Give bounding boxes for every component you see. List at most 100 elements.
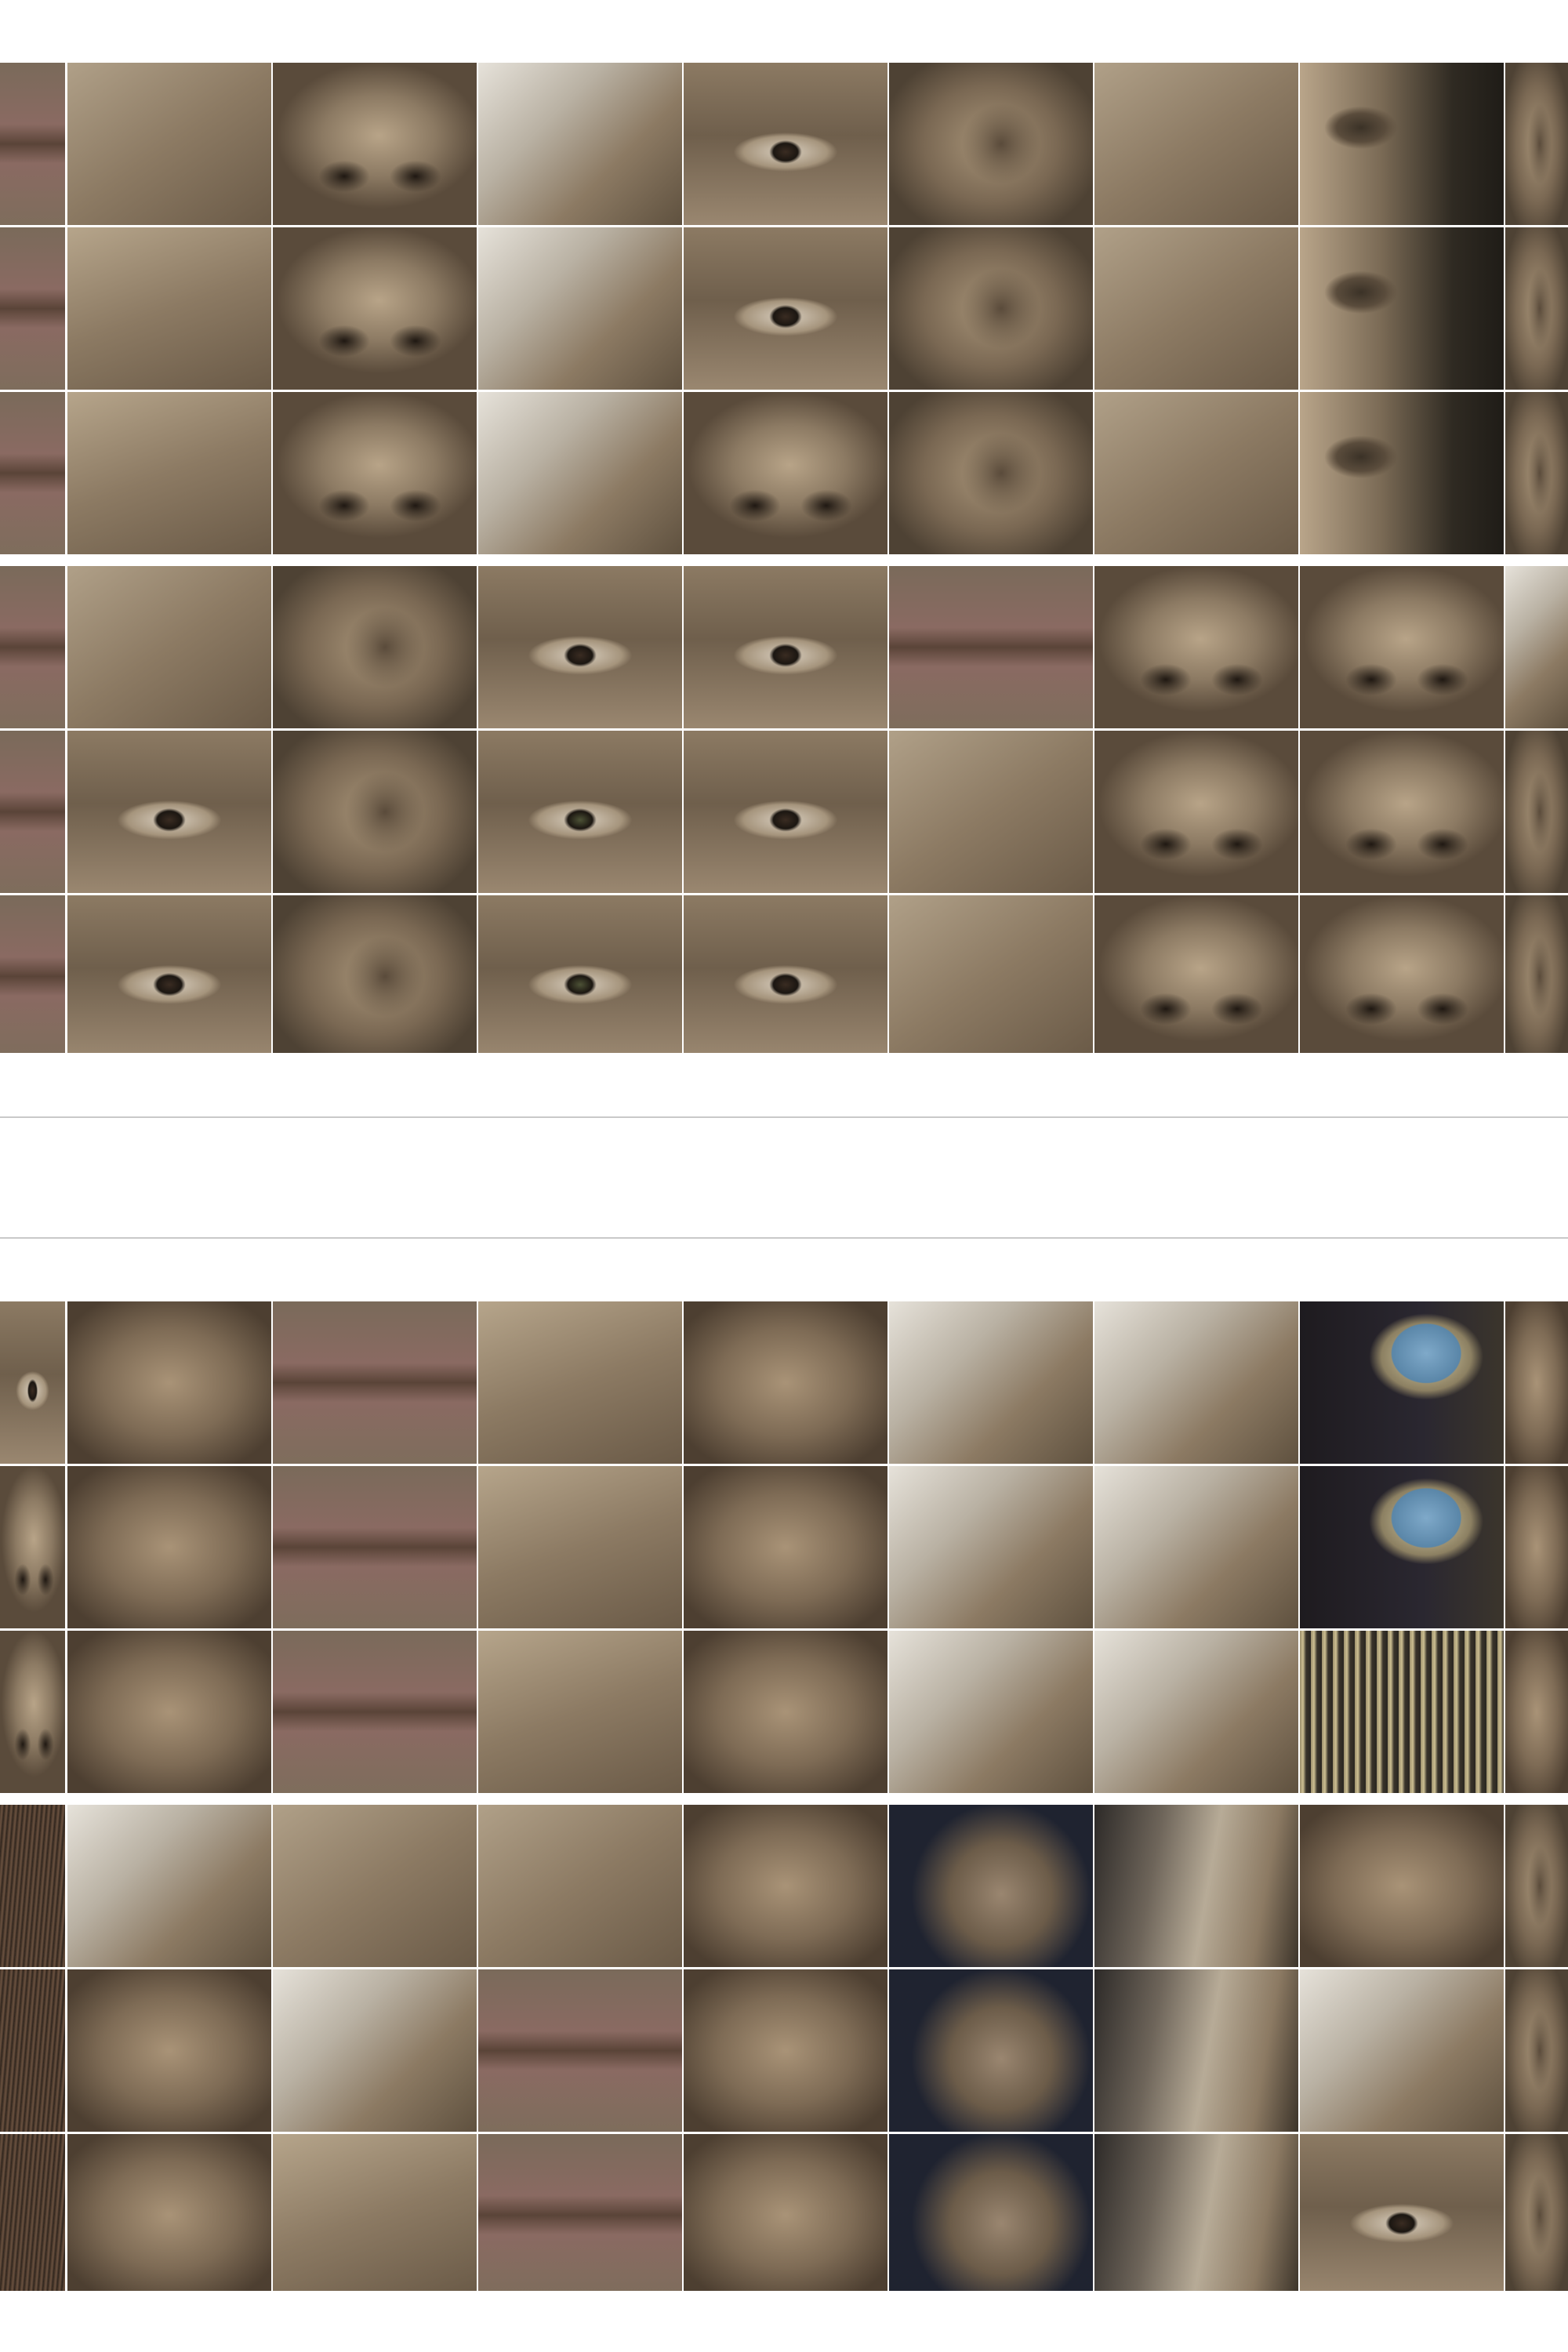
photo-image xyxy=(1505,227,1568,390)
photo-image xyxy=(67,1805,271,1967)
photo-tile-ear-close xyxy=(889,63,1093,225)
photo-image xyxy=(1505,1301,1568,1464)
photo-image xyxy=(1505,2134,1568,2291)
photo-tile-hair-profile xyxy=(1094,1805,1298,1967)
photo-image xyxy=(478,566,682,728)
photo-tile-nostrils xyxy=(1094,566,1298,728)
photo-image xyxy=(0,895,65,1053)
photo-tile-chin xyxy=(273,1805,477,1967)
photo-image xyxy=(67,227,271,390)
photo-tile-eye-green xyxy=(478,731,682,893)
photo-image xyxy=(889,2134,1093,2291)
divider-line xyxy=(0,1116,1568,1118)
photo-tile-face-white-hair xyxy=(1300,1969,1504,2132)
photo-image xyxy=(67,392,271,554)
photo-tile-ear-edge xyxy=(1505,1969,1568,2132)
photo-tile-eye-wrinkles xyxy=(684,63,887,225)
photo-image xyxy=(67,895,271,1053)
photo-image xyxy=(0,1301,65,1464)
photo-tile-lips xyxy=(0,895,65,1053)
photo-tile-hair-profile xyxy=(1094,1969,1298,2132)
photo-tile-hair-dark xyxy=(0,2134,65,2291)
photo-tile-face-front xyxy=(684,1631,887,1793)
photo-tile-ear-hair xyxy=(273,2134,477,2291)
photo-tile-ear-hair xyxy=(478,1631,682,1793)
photo-image xyxy=(684,731,887,893)
photo-tile-eye-green xyxy=(478,895,682,1053)
photo-tile-ear-hair-white xyxy=(889,1466,1093,1628)
photo-image xyxy=(67,1301,271,1464)
photo-image xyxy=(478,227,682,390)
photo-image xyxy=(1300,2134,1504,2291)
photo-image xyxy=(0,63,65,225)
photo-image xyxy=(684,1466,887,1628)
photo-image xyxy=(889,392,1093,554)
photo-tile-nose-tip xyxy=(1300,566,1504,728)
photo-tile-face-eye xyxy=(1300,2134,1504,2291)
photo-image xyxy=(1505,1969,1568,2132)
photo-tile-face-front xyxy=(684,1301,887,1464)
photo-image xyxy=(0,2134,65,2291)
photo-image xyxy=(1094,1631,1298,1793)
photo-tile-nose-mouth xyxy=(273,1631,477,1793)
photo-image xyxy=(0,1969,65,2132)
photo-tile-eye-nose xyxy=(684,392,887,554)
photo-image xyxy=(889,1969,1093,2132)
photo-image xyxy=(67,2134,271,2291)
photo-tile-nostrils xyxy=(1094,731,1298,893)
photo-image xyxy=(1505,1466,1568,1628)
photo-image xyxy=(273,227,477,390)
photo-tile-face-profile-dark xyxy=(889,2134,1093,2291)
photo-image xyxy=(478,1969,682,2132)
photo-tile-chin-mouth xyxy=(273,1301,477,1464)
divider-line xyxy=(0,1237,1568,1239)
photo-tile-face-profile xyxy=(67,1969,271,2132)
photo-image xyxy=(0,731,65,893)
photo-image xyxy=(1505,392,1568,554)
photo-image xyxy=(1300,1301,1504,1464)
photo-image xyxy=(684,1631,887,1793)
photo-image xyxy=(478,731,682,893)
photo-image xyxy=(1300,392,1504,554)
photo-tile-white-hair xyxy=(889,1631,1093,1793)
photo-tile-lip-corner xyxy=(889,566,1093,728)
photo-image xyxy=(478,1466,682,1628)
photo-image xyxy=(67,1631,271,1793)
photo-tile-hair-dark xyxy=(0,1969,65,2132)
photo-tile-grey-hair xyxy=(478,227,682,390)
photo-tile-forehead-wrinkles xyxy=(67,63,271,225)
photo-tile-ear-white-hair xyxy=(1505,566,1568,728)
photo-tile-mouth-wrinkles xyxy=(478,1969,682,2132)
photo-image xyxy=(889,1301,1093,1464)
photo-tile-nostril xyxy=(273,392,477,554)
photo-image xyxy=(67,1466,271,1628)
photo-image xyxy=(67,63,271,225)
photo-tile-grey-hair xyxy=(478,392,682,554)
photo-tile-nose-edge xyxy=(0,1466,65,1628)
photo-image xyxy=(1094,895,1298,1053)
photo-image xyxy=(1505,1631,1568,1793)
photo-image xyxy=(1505,731,1568,893)
photo-tile-ear-close xyxy=(889,392,1093,554)
photo-tile-face-profile xyxy=(684,1805,887,1967)
photo-image xyxy=(1505,63,1568,225)
photo-tile-face-lower xyxy=(1300,1805,1504,1967)
photo-image xyxy=(0,1631,65,1793)
photo-tile-earring-chain xyxy=(1300,1631,1504,1793)
photo-image xyxy=(889,731,1093,893)
photo-image xyxy=(273,566,477,728)
photo-image xyxy=(0,392,65,554)
photo-image xyxy=(1094,731,1298,893)
photo-image xyxy=(478,1631,682,1793)
photo-tile-face-profile xyxy=(67,2134,271,2291)
photo-tile-eyelid xyxy=(478,566,682,728)
photo-tile-forehead-skin xyxy=(67,566,271,728)
photo-tile-ear-edge xyxy=(1505,2134,1568,2291)
photo-tile-ear-hair xyxy=(478,1466,682,1628)
photo-image xyxy=(273,2134,477,2291)
photo-image xyxy=(1300,731,1504,893)
photo-tile-face-white-hair xyxy=(1094,1631,1298,1793)
photo-image xyxy=(684,895,887,1053)
photo-image xyxy=(478,1805,682,1967)
photo-tile-cheek-skin xyxy=(1094,392,1298,554)
